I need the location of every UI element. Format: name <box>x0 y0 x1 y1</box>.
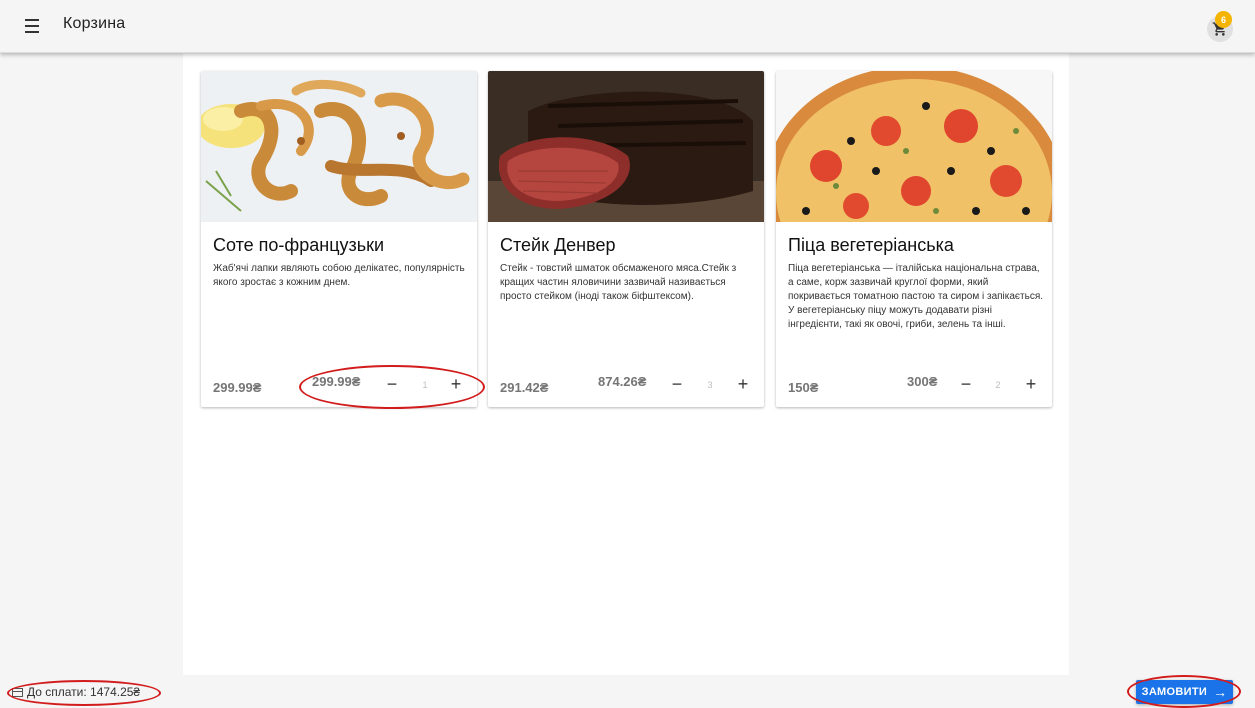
order-button-label: ЗАМОВИТИ <box>1141 686 1208 698</box>
cart-count-badge: 6 <box>1215 11 1232 28</box>
product-description: Піца вегетеріанська — італійська націона… <box>788 263 1044 330</box>
bottom-bar: До сплати: 1474.25₴ ЗАМОВИТИ → <box>0 675 1255 708</box>
product-description: Жаб'ячі лапки являють собою делікатес, п… <box>213 263 465 288</box>
product-footer: 291.42₴ 874.26₴ − 3 + <box>488 371 764 401</box>
fried-frog-legs-image <box>201 71 477 222</box>
product-title: Піца вегетеріанська <box>788 235 954 255</box>
increase-quantity-button[interactable]: + <box>736 375 750 393</box>
quantity-value: 2 <box>995 380 1001 390</box>
line-total: 874.26₴ <box>598 374 647 389</box>
product-description: Стейк - товстий шматок обсмаженого мяса.… <box>500 263 737 302</box>
pizza-image <box>776 71 1052 222</box>
menu-icon[interactable] <box>22 15 42 37</box>
decrease-quantity-button[interactable]: − <box>670 375 684 393</box>
product-card-pizza: Піца вегетеріанська Піца вегетеріанська … <box>776 71 1052 407</box>
product-title: Соте по-французьки <box>213 235 385 255</box>
product-footer: 150₴ 300₴ − 2 + <box>776 371 1052 401</box>
increase-quantity-button[interactable]: + <box>449 375 463 393</box>
product-card-steak: Стейк Денвер Стейк - товстий шматок обсм… <box>488 71 764 407</box>
product-card-saute: Соте по-французьки Жаб'ячі лапки являють… <box>201 71 477 407</box>
credit-card-icon <box>12 688 23 697</box>
order-button[interactable]: ЗАМОВИТИ → <box>1136 680 1233 704</box>
product-footer: 299.99₴ 299.99₴ − 1 + <box>201 371 477 401</box>
quantity-value: 1 <box>422 380 428 390</box>
unit-price: 150₴ <box>788 380 819 395</box>
line-total: 300₴ <box>907 374 938 389</box>
steak-image <box>488 71 764 222</box>
decrease-quantity-button[interactable]: − <box>385 375 399 393</box>
unit-price: 291.42₴ <box>500 380 549 395</box>
arrow-right-icon: → <box>1213 684 1228 700</box>
decrease-quantity-button[interactable]: − <box>959 375 973 393</box>
page-title: Корзина <box>63 15 126 32</box>
top-app-bar: Корзина <box>0 0 1255 53</box>
quantity-value: 3 <box>707 380 713 390</box>
line-total: 299.99₴ <box>312 374 361 389</box>
increase-quantity-button[interactable]: + <box>1024 375 1038 393</box>
payment-total: До сплати: 1474.25₴ <box>27 685 141 699</box>
unit-price: 299.99₴ <box>213 380 262 395</box>
product-title: Стейк Денвер <box>500 235 616 255</box>
